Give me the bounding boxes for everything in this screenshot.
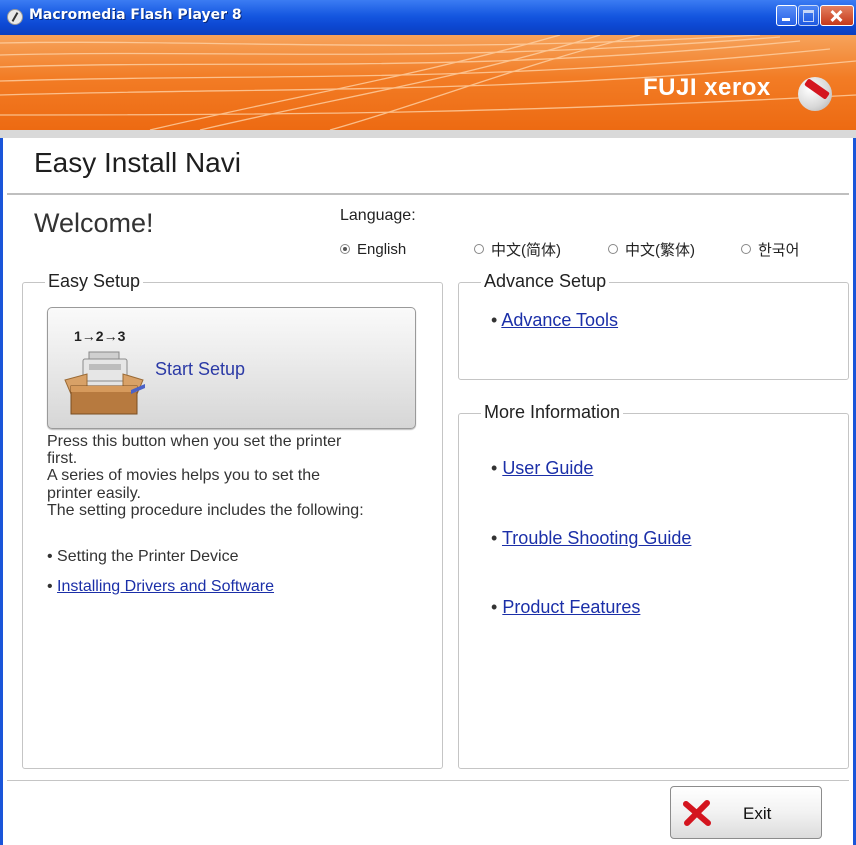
radio-icon[interactable] (608, 244, 618, 254)
fuji-xerox-logo: FUJI xerox (643, 74, 771, 101)
flash-player-icon[interactable] (7, 9, 23, 25)
window-titlebar[interactable]: Macromedia Flash Player 8 (0, 0, 856, 35)
user-guide-link[interactable]: User Guide (502, 458, 593, 478)
installing-drivers-link[interactable]: Installing Drivers and Software (57, 578, 274, 595)
language-option-label: 한국어 (758, 241, 800, 259)
bullet-icon: • (491, 458, 503, 478)
window-frame-left (0, 35, 3, 845)
banner-divider (0, 130, 856, 138)
minimize-button[interactable] (776, 5, 797, 26)
header-banner: FUJI xerox (0, 35, 856, 130)
language-option-korean[interactable]: 한국어 (741, 239, 799, 259)
printer-box-icon (64, 351, 145, 415)
footer-divider (7, 780, 849, 781)
language-option-label: 中文(简体) (491, 241, 561, 259)
radio-selected-icon[interactable] (340, 244, 350, 254)
divider (7, 193, 849, 195)
list-item: • Product Features (491, 597, 640, 618)
bullet-icon: • (47, 548, 58, 565)
welcome-heading: Welcome! (34, 208, 154, 238)
advance-tools-link[interactable]: Advance Tools (501, 310, 618, 330)
exit-label: Exit (743, 804, 772, 823)
description-line: first. (47, 450, 78, 468)
list-item: • User Guide (491, 458, 593, 479)
language-option-chinese-simplified[interactable]: 中文(简体) (474, 239, 561, 259)
advance-setup-group: Advance Setup (458, 271, 849, 380)
description-line: A series of movies helps you to set the (47, 467, 321, 485)
bullet-icon: • (491, 310, 502, 330)
radio-icon[interactable] (741, 244, 751, 254)
fuji-xerox-logo-icon (798, 77, 832, 111)
app-title: Easy Install Navi (34, 147, 241, 178)
language-option-label: 中文(繁体) (625, 241, 695, 259)
description-line: printer easily. (47, 484, 141, 502)
description-line: The setting procedure includes the follo… (47, 501, 364, 519)
bullet-icon: • (491, 597, 503, 617)
list-item: • Setting the Printer Device (47, 548, 238, 566)
bullet-icon: • (491, 528, 502, 548)
product-features-link[interactable]: Product Features (502, 597, 640, 617)
language-option-chinese-traditional[interactable]: 中文(繁体) (608, 239, 695, 259)
list-item: • Installing Drivers and Software (47, 578, 274, 596)
easy-setup-description: Press this button when you set the print… (47, 433, 433, 519)
window-title: Macromedia Flash Player 8 (29, 7, 242, 23)
setting-printer-device-text: Setting the Printer Device (57, 548, 239, 565)
more-information-title: More Information (481, 402, 624, 423)
trouble-shooting-guide-link[interactable]: Trouble Shooting Guide (502, 528, 691, 548)
exit-button[interactable]: Exit (670, 786, 822, 839)
radio-icon[interactable] (474, 244, 484, 254)
start-setup-button[interactable]: 1→2→3 Start Setup (47, 307, 416, 429)
close-button[interactable] (820, 5, 854, 26)
start-setup-label: Start Setup (155, 359, 246, 379)
close-x-icon (683, 800, 711, 826)
language-label: Language: (340, 207, 416, 224)
easy-setup-title: Easy Setup (45, 271, 144, 292)
steps-label: 1→2→3 (74, 328, 126, 344)
maximize-button[interactable] (798, 5, 819, 26)
advance-setup-title: Advance Setup (481, 271, 610, 292)
list-item: • Advance Tools (491, 310, 618, 331)
language-option-english[interactable]: English (340, 239, 406, 259)
language-option-label: English (357, 240, 407, 258)
description-line: Press this button when you set the print… (47, 433, 342, 450)
list-item: • Trouble Shooting Guide (491, 528, 691, 549)
bullet-icon: • (47, 578, 58, 595)
